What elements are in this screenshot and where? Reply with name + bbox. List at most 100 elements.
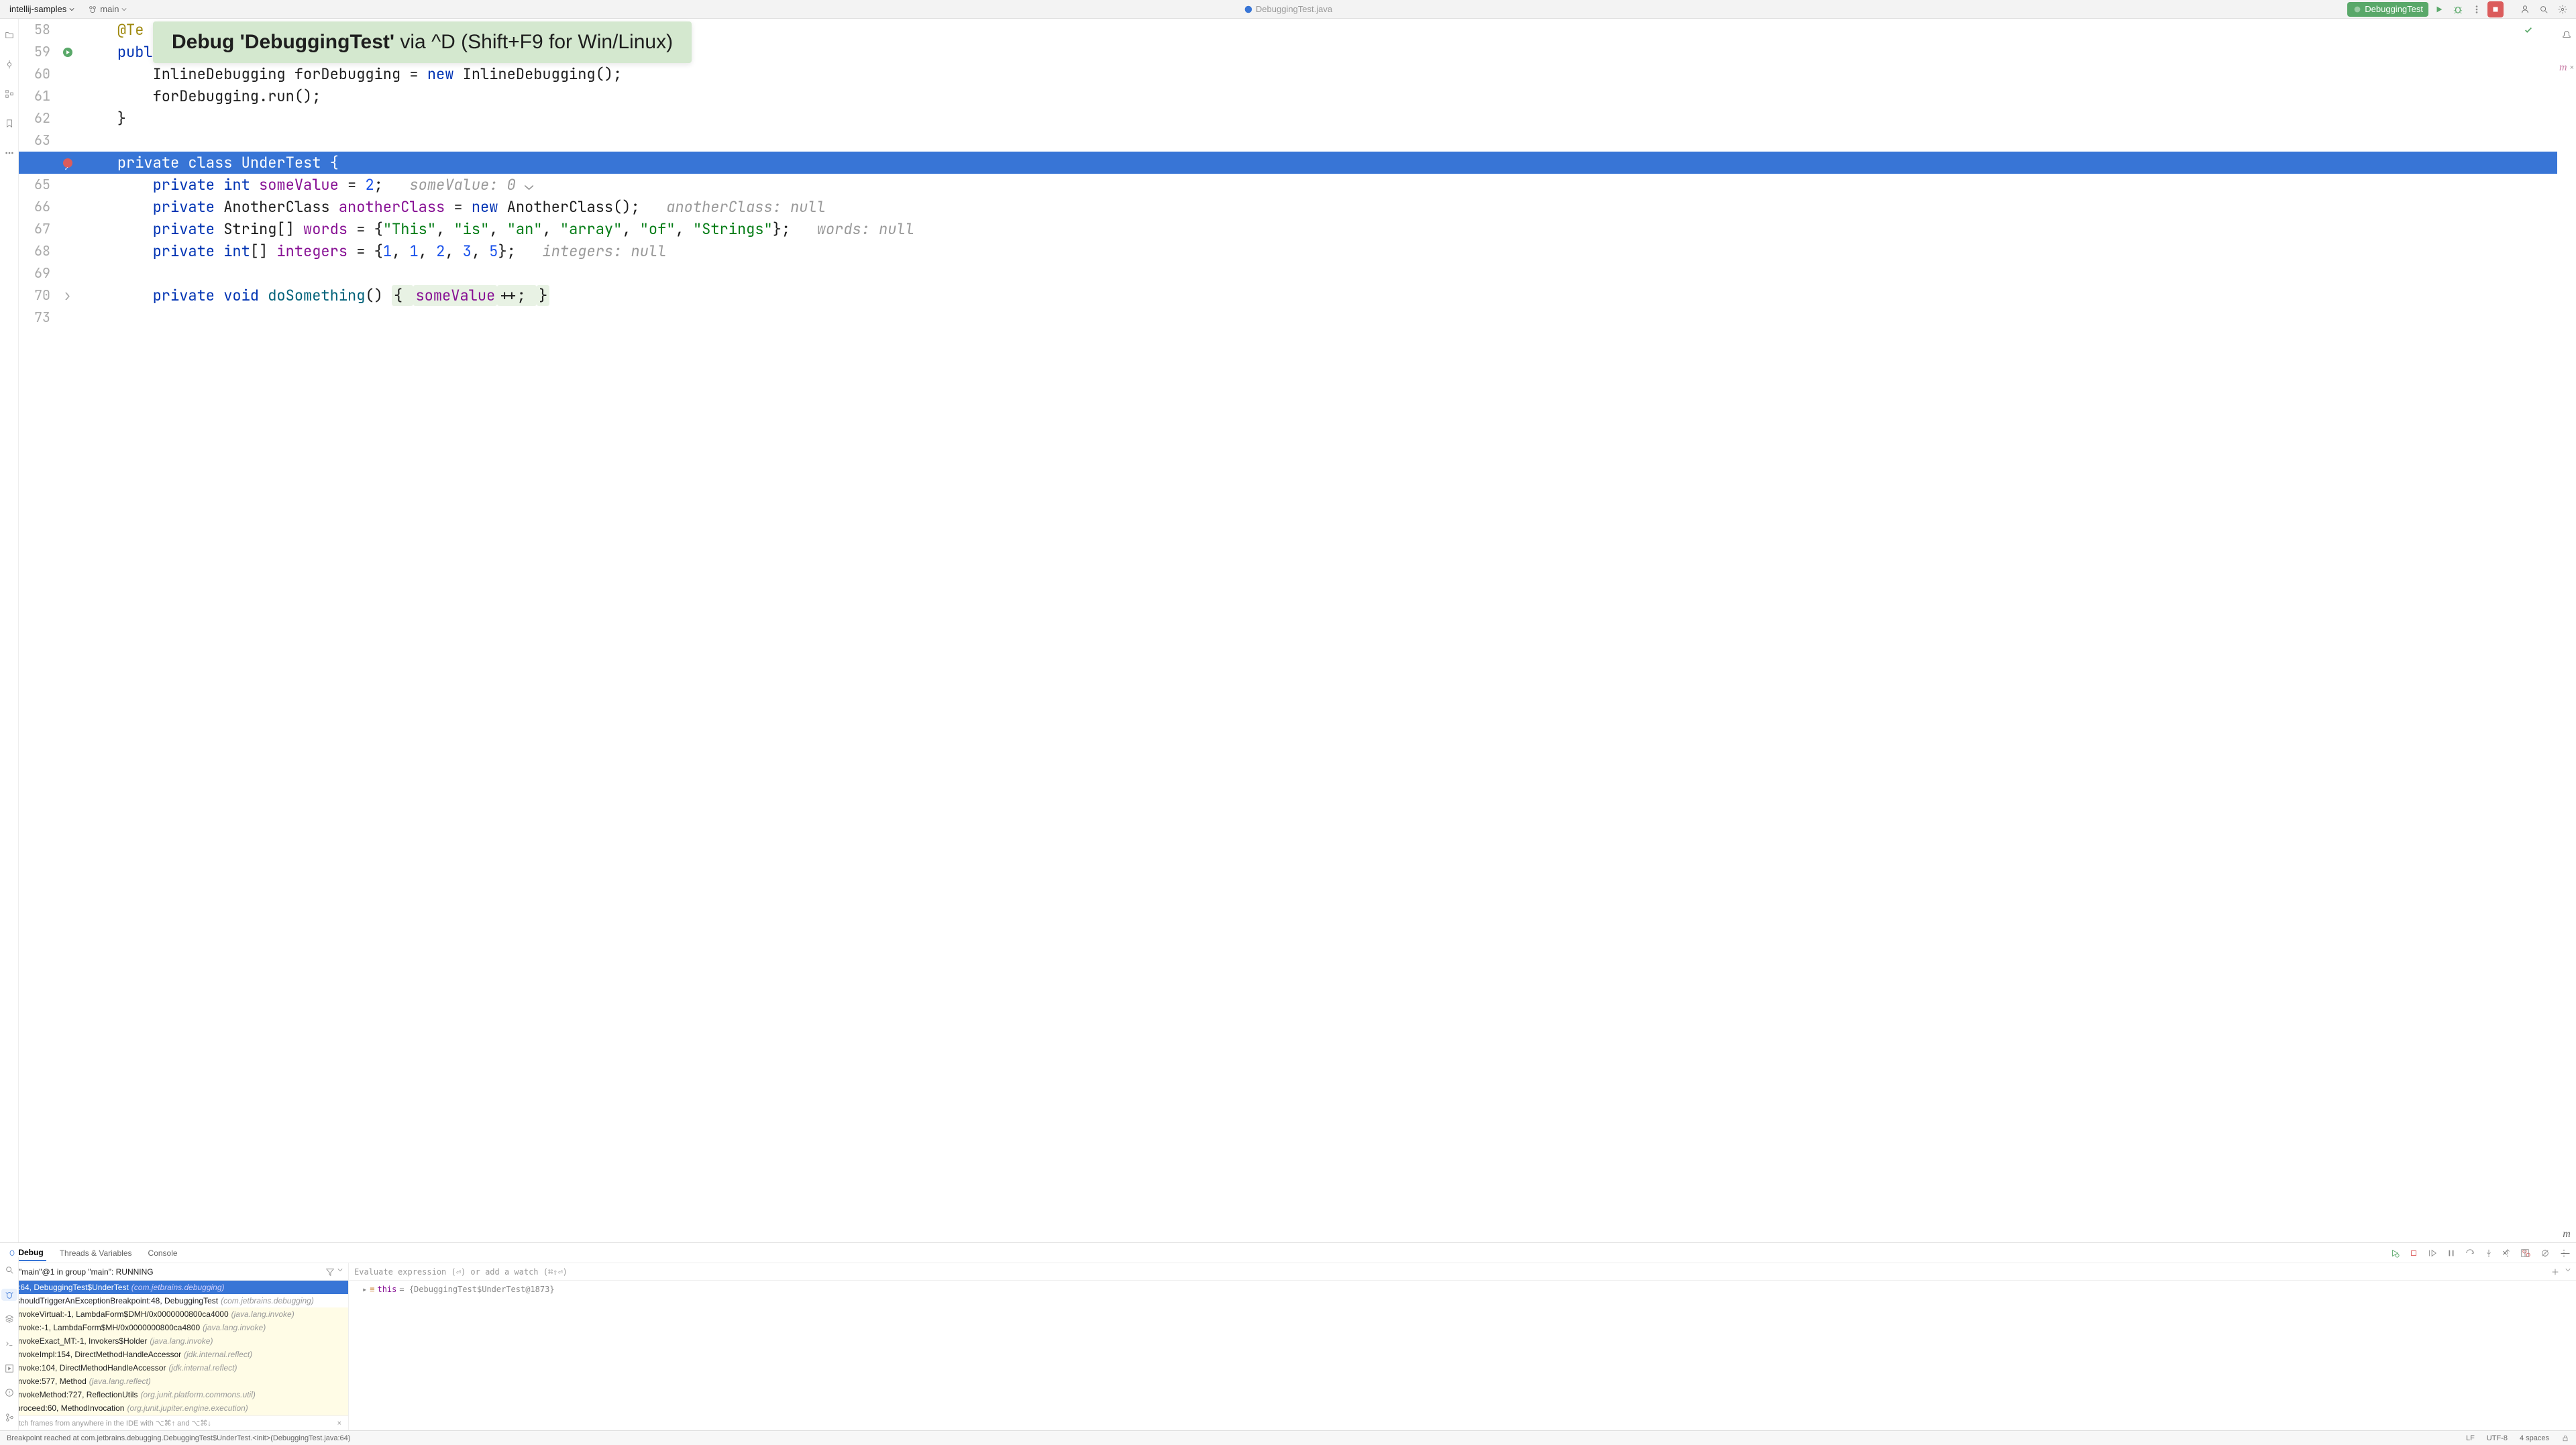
find-tool-button[interactable] bbox=[1, 1264, 17, 1277]
problems-tool-button[interactable] bbox=[1, 1387, 17, 1399]
stack-frame[interactable]: shouldTriggerAnExceptionBreakpoint:48, D… bbox=[0, 1294, 348, 1307]
editor-tab[interactable]: DebuggingTest.java bbox=[1244, 4, 1332, 14]
gutter-icons[interactable] bbox=[56, 158, 79, 168]
line-number[interactable]: 68 bbox=[19, 240, 56, 262]
line-number[interactable]: 69 bbox=[19, 262, 56, 284]
code-line[interactable]: 69 bbox=[19, 262, 2557, 284]
line-number[interactable]: 65 bbox=[19, 174, 56, 196]
run-tool-button[interactable] bbox=[1, 1362, 17, 1375]
line-number[interactable]: 58 bbox=[19, 19, 56, 41]
code-content[interactable]: forDebugging.run(); bbox=[79, 85, 2557, 107]
code-with-me-button[interactable] bbox=[2517, 1, 2533, 17]
line-number[interactable]: 59 bbox=[19, 41, 56, 63]
filter-icon[interactable] bbox=[325, 1267, 335, 1277]
readonly-toggle-icon[interactable] bbox=[2561, 1434, 2569, 1442]
close-hint-button[interactable]: × bbox=[337, 1420, 341, 1428]
add-watch-icon[interactable] bbox=[2551, 1267, 2560, 1277]
line-number[interactable]: 60 bbox=[19, 63, 56, 85]
code-line[interactable]: 60 InlineDebugging forDebugging = new In… bbox=[19, 63, 2557, 85]
stack-frame[interactable]: invoke:-1, LambdaForm$MH/0x0000000800ca4… bbox=[0, 1321, 348, 1334]
chevron-down-icon[interactable] bbox=[2565, 1267, 2571, 1273]
code-line[interactable]: 62 } bbox=[19, 107, 2557, 129]
line-number[interactable]: 66 bbox=[19, 196, 56, 218]
code-line[interactable]: private class UnderTest { bbox=[19, 152, 2557, 174]
editor-content[interactable]: 58 @Te59 public void shouldRunUsingADiff… bbox=[19, 19, 2557, 1242]
fold-icon[interactable]: › bbox=[63, 284, 72, 307]
stack-frame[interactable]: invokeVirtual:-1, LambdaForm$DMH/0x00000… bbox=[0, 1307, 348, 1321]
code-content[interactable]: } bbox=[79, 107, 2557, 129]
step-into-button[interactable] bbox=[2482, 1246, 2496, 1260]
bookmarks-tool-button[interactable] bbox=[1, 115, 17, 131]
run-config-selector[interactable]: DebuggingTest bbox=[2347, 2, 2428, 17]
panel-options-button[interactable] bbox=[2537, 1245, 2553, 1261]
code-line[interactable]: 61 forDebugging.run(); bbox=[19, 85, 2557, 107]
line-number[interactable]: 61 bbox=[19, 85, 56, 107]
code-line[interactable]: 67 private String[] words = {"This", "is… bbox=[19, 218, 2557, 240]
code-content[interactable]: private String[] words = {"This", "is", … bbox=[79, 218, 2557, 240]
code-line[interactable]: 70› private void doSomething() { someVal… bbox=[19, 284, 2557, 307]
gutter-icons[interactable] bbox=[56, 47, 79, 58]
run-gutter-icon[interactable] bbox=[62, 47, 73, 58]
more-actions-button[interactable] bbox=[2469, 1, 2485, 17]
code-content[interactable]: private void doSomething() { someValue++… bbox=[79, 284, 2557, 307]
stop-button[interactable] bbox=[2487, 1, 2504, 17]
line-number[interactable]: 63 bbox=[19, 129, 56, 152]
panel-layout-button[interactable] bbox=[2517, 1245, 2533, 1261]
structure-tool-button[interactable] bbox=[1, 86, 17, 102]
search-everywhere-button[interactable] bbox=[2536, 1, 2552, 17]
services-tool-button[interactable] bbox=[1, 1313, 17, 1326]
stop-debug-button[interactable] bbox=[2407, 1246, 2420, 1260]
code-content[interactable]: InlineDebugging forDebugging = new Inlin… bbox=[79, 63, 2557, 85]
chevron-down-icon[interactable] bbox=[337, 1267, 343, 1273]
more-tools-button[interactable] bbox=[1, 145, 17, 161]
notifications-button[interactable] bbox=[2559, 27, 2575, 43]
panel-minimize-button[interactable]: — bbox=[2557, 1245, 2573, 1261]
stack-frame[interactable]: invokeMethod:727, ReflectionUtils (org.j… bbox=[0, 1388, 348, 1401]
tab-console[interactable]: Console bbox=[146, 1246, 180, 1261]
line-number[interactable]: 73 bbox=[19, 307, 56, 329]
debug-tool-button[interactable] bbox=[1, 1289, 17, 1301]
commit-tool-button[interactable] bbox=[1, 56, 17, 72]
variable-row[interactable]: ▸ ≡ this = {DebuggingTest$UnderTest@1873… bbox=[354, 1283, 2571, 1295]
stack-frame[interactable]: invokeImpl:154, DirectMethodHandleAccess… bbox=[0, 1348, 348, 1361]
stack-frame[interactable]: :64, DebuggingTest$UnderTest (com.jetbra… bbox=[0, 1281, 348, 1294]
maven-tool-icon[interactable]: m bbox=[2559, 62, 2567, 74]
terminal-tool-button[interactable] bbox=[1, 1338, 17, 1350]
code-content[interactable]: private int someValue = 2; someValue: 0 … bbox=[79, 174, 2557, 196]
code-line[interactable]: 66 private AnotherClass anotherClass = n… bbox=[19, 196, 2557, 218]
indent-setting[interactable]: 4 spaces bbox=[2520, 1434, 2549, 1442]
panel-close-button[interactable]: × bbox=[2497, 1245, 2513, 1261]
code-line[interactable]: 68 private int[] integers = {1, 1, 2, 3,… bbox=[19, 240, 2557, 262]
settings-button[interactable] bbox=[2555, 1, 2571, 17]
line-separator[interactable]: LF bbox=[2466, 1434, 2475, 1442]
stack-frame[interactable]: proceed:60, MethodInvocation (org.junit.… bbox=[0, 1401, 348, 1415]
code-content[interactable]: private int[] integers = {1, 1, 2, 3, 5}… bbox=[79, 240, 2557, 262]
stack-frame[interactable]: invoke:104, DirectMethodHandleAccessor (… bbox=[0, 1361, 348, 1375]
rerun-button[interactable] bbox=[2388, 1246, 2402, 1260]
breakpoint-icon[interactable] bbox=[63, 158, 72, 168]
project-selector[interactable]: intellij-samples bbox=[5, 3, 78, 15]
close-icon[interactable]: × bbox=[2570, 64, 2574, 72]
debug-button[interactable] bbox=[2450, 1, 2466, 17]
stack-frame[interactable]: invoke:577, Method (java.lang.reflect) bbox=[0, 1375, 348, 1388]
git-tool-button[interactable] bbox=[1, 1411, 17, 1424]
code-content[interactable]: private AnotherClass anotherClass = new … bbox=[79, 196, 2557, 218]
run-button[interactable] bbox=[2431, 1, 2447, 17]
thread-selector[interactable]: "main"@1 in group "main": RUNNING bbox=[0, 1263, 348, 1281]
vcs-branch-selector[interactable]: main bbox=[84, 3, 131, 15]
evaluate-expression-input[interactable]: Evaluate expression (⏎) or add a watch (… bbox=[349, 1263, 2576, 1281]
code-content[interactable]: private class UnderTest { bbox=[79, 152, 2557, 174]
code-line[interactable]: 63 bbox=[19, 129, 2557, 152]
gutter-icons[interactable]: › bbox=[56, 284, 79, 307]
tab-threads-variables[interactable]: Threads & Variables bbox=[57, 1246, 135, 1261]
expand-icon[interactable]: ▸ bbox=[362, 1285, 367, 1294]
code-line[interactable]: 65 private int someValue = 2; someValue:… bbox=[19, 174, 2557, 196]
file-encoding[interactable]: UTF-8 bbox=[2487, 1434, 2508, 1442]
project-tool-button[interactable] bbox=[1, 27, 17, 43]
line-number[interactable]: 67 bbox=[19, 218, 56, 240]
variables-tree[interactable]: ▸ ≡ this = {DebuggingTest$UnderTest@1873… bbox=[349, 1281, 2576, 1430]
step-over-button[interactable] bbox=[2463, 1246, 2477, 1260]
frames-list[interactable]: :64, DebuggingTest$UnderTest (com.jetbra… bbox=[0, 1281, 348, 1415]
resume-button[interactable] bbox=[2426, 1246, 2439, 1260]
pause-button[interactable] bbox=[2445, 1246, 2458, 1260]
